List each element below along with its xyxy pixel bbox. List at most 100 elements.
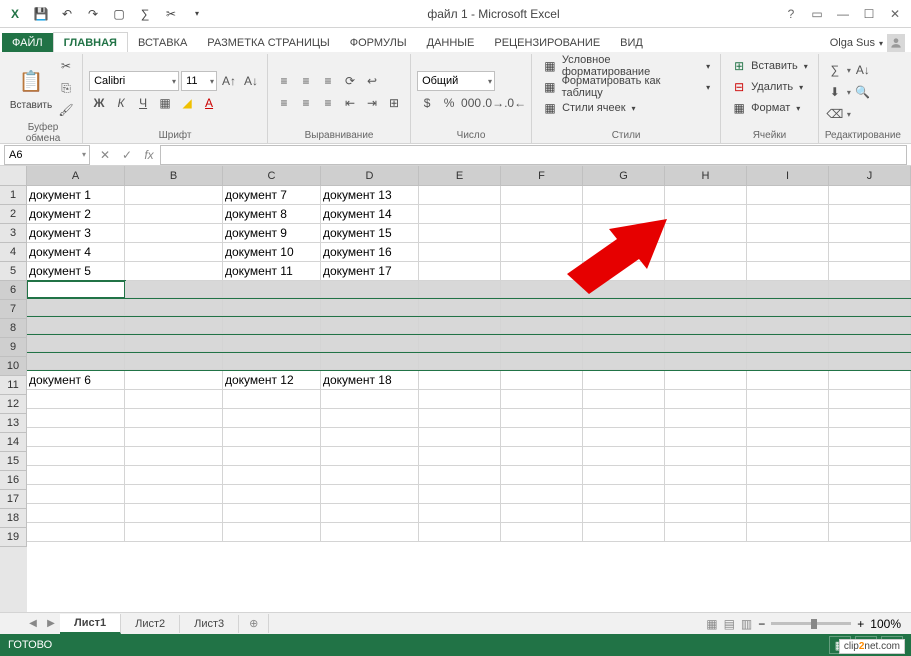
- tab-data[interactable]: ДАННЫЕ: [417, 33, 485, 52]
- clear-button[interactable]: ⌫: [825, 104, 845, 124]
- cell[interactable]: [747, 262, 829, 281]
- cell[interactable]: [419, 243, 501, 262]
- cell[interactable]: [829, 485, 911, 504]
- cell[interactable]: [321, 281, 419, 298]
- tab-view[interactable]: ВИД: [610, 33, 653, 52]
- cell[interactable]: [501, 281, 583, 298]
- cell[interactable]: [27, 281, 125, 298]
- row-header[interactable]: 7: [0, 300, 27, 319]
- cell[interactable]: документ 5: [27, 262, 125, 281]
- row-header[interactable]: 12: [0, 395, 27, 414]
- cell[interactable]: [583, 335, 665, 352]
- cell[interactable]: [829, 186, 911, 205]
- cell[interactable]: [501, 523, 583, 542]
- cell[interactable]: [747, 205, 829, 224]
- cell[interactable]: [665, 335, 747, 352]
- row-header[interactable]: 10: [0, 357, 27, 376]
- cell[interactable]: [27, 317, 125, 334]
- cell[interactable]: [665, 428, 747, 447]
- cell[interactable]: [583, 390, 665, 409]
- cell[interactable]: [665, 205, 747, 224]
- cell[interactable]: [583, 224, 665, 243]
- cell[interactable]: [125, 390, 223, 409]
- cell[interactable]: [419, 523, 501, 542]
- cell[interactable]: [321, 466, 419, 485]
- view-pagebreak-icon[interactable]: ▥: [741, 617, 752, 631]
- cell[interactable]: [125, 353, 223, 370]
- align-center-button[interactable]: ≡: [296, 93, 316, 113]
- cell[interactable]: [419, 224, 501, 243]
- column-header-F[interactable]: F: [501, 166, 583, 186]
- cell[interactable]: [747, 428, 829, 447]
- cell[interactable]: [665, 317, 747, 334]
- cell[interactable]: [125, 523, 223, 542]
- cell[interactable]: [223, 428, 321, 447]
- cell[interactable]: [583, 504, 665, 523]
- cell[interactable]: [501, 205, 583, 224]
- user-account[interactable]: Olga Sus ▾: [830, 34, 911, 52]
- cell[interactable]: [501, 371, 583, 390]
- cell[interactable]: документ 18: [321, 371, 419, 390]
- cell[interactable]: [419, 299, 501, 316]
- cell[interactable]: [501, 353, 583, 370]
- add-sheet-button[interactable]: ⊕: [239, 614, 269, 633]
- cell[interactable]: [583, 262, 665, 281]
- cell[interactable]: [583, 485, 665, 504]
- zoom-in-icon[interactable]: +: [857, 617, 864, 631]
- cell[interactable]: [665, 299, 747, 316]
- undo-icon[interactable]: ↶: [56, 3, 78, 25]
- format-as-table-button[interactable]: ▦Форматировать как таблицу▾: [538, 77, 714, 97]
- cell[interactable]: [829, 504, 911, 523]
- cell[interactable]: [223, 390, 321, 409]
- cell[interactable]: [747, 466, 829, 485]
- sheet-tab-3[interactable]: Лист3: [180, 615, 239, 633]
- cell[interactable]: [501, 186, 583, 205]
- sheet-nav-next[interactable]: ▶: [42, 615, 60, 633]
- increase-indent-button[interactable]: ⇥: [362, 93, 382, 113]
- cell[interactable]: [223, 409, 321, 428]
- underline-button[interactable]: Ч: [133, 93, 153, 113]
- cell[interactable]: [747, 224, 829, 243]
- conditional-formatting-button[interactable]: ▦Условное форматирование▾: [538, 56, 714, 76]
- cell[interactable]: документ 2: [27, 205, 125, 224]
- cell[interactable]: [829, 353, 911, 370]
- cell[interactable]: [501, 299, 583, 316]
- cell[interactable]: [419, 335, 501, 352]
- cell[interactable]: [125, 317, 223, 334]
- bold-button[interactable]: Ж: [89, 93, 109, 113]
- sheet-tab-2[interactable]: Лист2: [121, 615, 180, 633]
- tab-insert[interactable]: ВСТАВКА: [128, 33, 197, 52]
- view-normal-icon[interactable]: ▦: [706, 617, 717, 631]
- cell[interactable]: [583, 409, 665, 428]
- sheet-nav-prev[interactable]: ◀: [24, 615, 42, 633]
- cell[interactable]: [501, 504, 583, 523]
- grid[interactable]: документ 1документ 7документ 13документ …: [27, 186, 911, 542]
- cancel-formula-icon[interactable]: ✕: [94, 145, 116, 165]
- border-button[interactable]: ▦: [155, 93, 175, 113]
- zoom-control[interactable]: ▦ ▤ ▥ − + 100%: [706, 617, 911, 631]
- font-family-select[interactable]: Calibri: [89, 71, 179, 91]
- cell[interactable]: [747, 409, 829, 428]
- cell[interactable]: [829, 409, 911, 428]
- column-header-B[interactable]: B: [125, 166, 223, 186]
- cell[interactable]: [501, 485, 583, 504]
- currency-button[interactable]: $: [417, 93, 437, 113]
- minimize-icon[interactable]: —: [831, 3, 855, 25]
- cell[interactable]: [665, 504, 747, 523]
- cell[interactable]: документ 6: [27, 371, 125, 390]
- cell[interactable]: [829, 224, 911, 243]
- cell[interactable]: документ 10: [223, 243, 321, 262]
- column-header-H[interactable]: H: [665, 166, 747, 186]
- fill-color-button[interactable]: ◢: [177, 93, 197, 113]
- column-header-C[interactable]: C: [223, 166, 321, 186]
- zoom-slider[interactable]: [771, 622, 851, 625]
- cell[interactable]: [419, 447, 501, 466]
- cell[interactable]: [583, 466, 665, 485]
- cell[interactable]: [419, 390, 501, 409]
- comma-button[interactable]: 000: [461, 93, 481, 113]
- cell[interactable]: [27, 335, 125, 352]
- cell[interactable]: [829, 335, 911, 352]
- cell[interactable]: [583, 299, 665, 316]
- cell[interactable]: [747, 317, 829, 334]
- cell[interactable]: [321, 409, 419, 428]
